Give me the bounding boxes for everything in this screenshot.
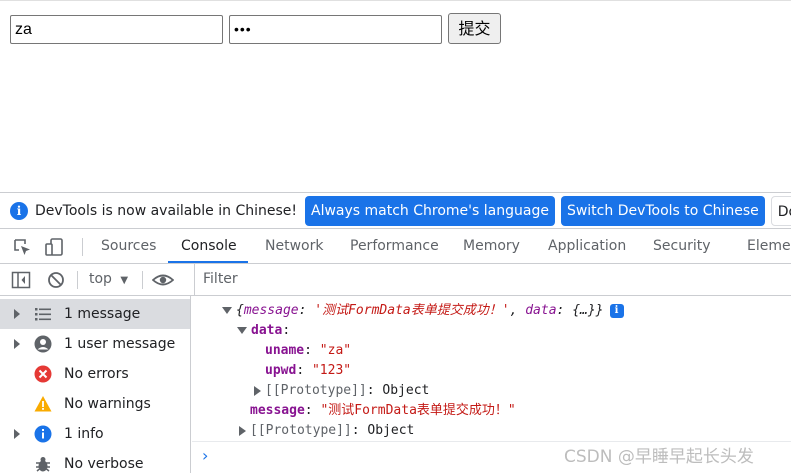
uname-value: "za" — [319, 343, 352, 358]
info-icon: i — [10, 201, 28, 220]
tab-application[interactable]: Application — [548, 229, 626, 264]
tab-separator — [82, 238, 83, 256]
punct: : — [296, 363, 312, 378]
device-toolbar-icon[interactable] — [44, 237, 64, 257]
expand-arrow-icon — [14, 429, 20, 439]
brace-close: } — [595, 303, 604, 318]
summary-data-key: data — [525, 303, 557, 318]
username-input[interactable]: za — [10, 15, 223, 44]
punct: : — [366, 383, 383, 398]
prototype-value: Object — [367, 423, 415, 438]
sidebar-item-verbose[interactable]: No verbose — [0, 449, 190, 473]
tab-network[interactable]: Network — [265, 229, 323, 264]
filter-input[interactable]: Filter — [203, 264, 238, 295]
sidebar-item-user-messages[interactable]: 1 user message — [0, 329, 190, 359]
tab-sources[interactable]: Sources — [101, 229, 156, 264]
tab-memory[interactable]: Memory — [463, 229, 520, 264]
outer-prototype-row[interactable]: [[Prototype]]: Object — [239, 421, 414, 441]
filter-field[interactable]: Filter — [194, 264, 791, 295]
warning-icon — [34, 396, 52, 412]
sidebar-item-errors[interactable]: No errors — [0, 359, 190, 389]
upwd-property-row: upwd: "123" — [265, 361, 351, 381]
collapse-arrow-icon[interactable] — [237, 327, 247, 334]
chevron-down-icon: ▼ — [120, 275, 129, 286]
summary-message-key: message — [243, 303, 299, 318]
page-viewport: za ••• 提交 — [0, 0, 791, 192]
sidebar-item-info[interactable]: 1 info — [0, 419, 190, 449]
expand-arrow-icon[interactable] — [239, 425, 246, 436]
tab-security[interactable]: Security — [653, 229, 711, 264]
punct: : — [304, 343, 320, 358]
infobar-message: DevTools is now available in Chinese! — [35, 202, 297, 219]
tab-console[interactable]: Console — [181, 229, 237, 264]
devtools-language-infobar: i DevTools is now available in Chinese! … — [0, 192, 791, 228]
dont-show-again-button[interactable]: Don't sh — [770, 195, 791, 226]
upwd-value: "123" — [311, 363, 352, 378]
info-badge-icon[interactable]: i — [609, 303, 624, 318]
active-tab-indicator — [168, 261, 248, 263]
collapse-arrow-icon[interactable] — [222, 307, 232, 314]
info-icon — [34, 425, 52, 443]
brace-open: { — [236, 303, 244, 318]
bug-icon — [36, 457, 50, 472]
context-selector-label: top — [89, 271, 112, 287]
password-input[interactable]: ••• — [229, 15, 442, 44]
punct: : — [282, 323, 291, 338]
context-selector[interactable]: top ▼ — [89, 264, 128, 295]
prototype-key: [[Prototype]] — [250, 423, 352, 438]
message-property-row: message: "测试FormData表单提交成功！" — [250, 401, 516, 421]
toolbar-separator — [77, 271, 78, 289]
sidebar-item-warnings[interactable]: No warnings — [0, 389, 190, 419]
console-prompt-icon[interactable]: › — [202, 446, 208, 465]
inner-prototype-row[interactable]: [[Prototype]]: Object — [254, 381, 429, 401]
punct: : — [304, 403, 321, 418]
punct: : — [298, 303, 315, 318]
message-key: message — [250, 403, 305, 418]
switch-to-chinese-button[interactable]: Switch DevTools to Chinese — [560, 195, 765, 226]
sidebar-item-label: No errors — [64, 366, 129, 382]
sidebar-item-label: 1 user message — [64, 336, 176, 352]
expand-arrow-icon — [14, 309, 20, 319]
clear-console-icon[interactable] — [47, 271, 65, 289]
summary-data-value: {…} — [572, 303, 596, 318]
upwd-key: upwd — [265, 363, 297, 378]
tab-elements[interactable]: Elemen — [747, 229, 791, 264]
data-key: data — [251, 323, 283, 338]
console-sidebar: 1 message 1 user message No errors No wa… — [0, 296, 191, 473]
sidebar-item-label: 1 message — [64, 306, 141, 322]
expand-arrow-icon[interactable] — [254, 385, 261, 396]
inspect-element-icon[interactable] — [12, 237, 32, 257]
devtools-tabbar: Sources Console Network Performance Memo… — [0, 228, 791, 264]
always-match-language-button[interactable]: Always match Chrome's language — [305, 195, 555, 226]
uname-key: uname — [265, 343, 305, 358]
expand-arrow-icon — [14, 339, 20, 349]
uname-property-row: uname: "za" — [265, 341, 351, 361]
eye-icon[interactable] — [152, 271, 174, 289]
data-property-row[interactable]: data: — [237, 321, 290, 341]
summary-message-value: '测试FormData表单提交成功！' — [314, 303, 510, 318]
punct: : — [351, 423, 368, 438]
punct: : — [556, 303, 573, 318]
prototype-value: Object — [382, 383, 430, 398]
sidebar-toggle-icon[interactable] — [11, 271, 31, 289]
log-object-summary[interactable]: {message: '测试FormData表单提交成功！', data: {…}… — [222, 301, 624, 321]
toolbar-separator — [142, 271, 143, 289]
message-value: "测试FormData表单提交成功！" — [320, 403, 516, 418]
user-icon — [34, 335, 52, 353]
sidebar-item-label: No warnings — [64, 396, 151, 412]
list-icon — [35, 308, 51, 321]
sidebar-item-label: No verbose — [64, 456, 144, 472]
punct: , — [509, 303, 526, 318]
sidebar-item-messages[interactable]: 1 message — [0, 299, 190, 329]
submit-button[interactable]: 提交 — [448, 13, 501, 44]
watermark: CSDN @早睡早起长头发 — [564, 447, 754, 467]
error-icon — [34, 365, 52, 383]
prototype-key: [[Prototype]] — [265, 383, 367, 398]
tab-performance[interactable]: Performance — [350, 229, 439, 264]
console-toolbar: top ▼ Filter — [0, 264, 791, 296]
sidebar-item-label: 1 info — [64, 426, 104, 442]
